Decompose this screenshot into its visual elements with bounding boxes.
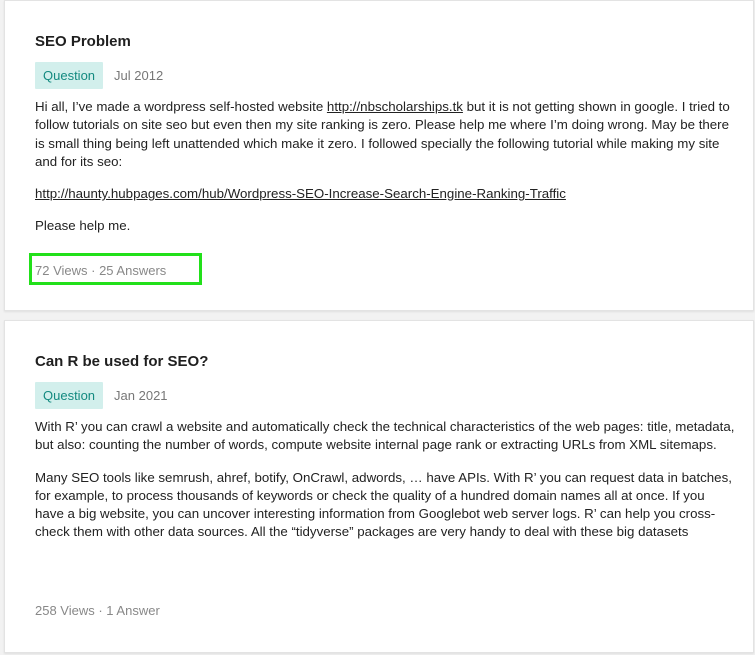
question-stats[interactable]: 72 Views · 25 Answers [35,263,166,278]
body-text: Hi all, I’ve made a wordpress self-hoste… [35,99,327,114]
question-body: Hi all, I’ve made a wordpress self-hoste… [35,98,735,250]
question-meta: Question Jul 2012 [35,62,163,89]
tutorial-link[interactable]: http://haunty.hubpages.com/hub/Wordpress… [35,186,566,201]
question-title[interactable]: Can R be used for SEO? [35,353,208,370]
question-card[interactable]: SEO Problem Question Jul 2012 Hi all, I’… [4,0,754,311]
body-paragraph: Many SEO tools like semrush, ahref, boti… [35,469,732,540]
question-feed: SEO Problem Question Jul 2012 Hi all, I’… [0,0,755,655]
question-badge: Question [35,382,104,409]
body-paragraph: http://haunty.hubpages.com/hub/Wordpress… [35,185,735,203]
question-body: With R’ you can crawl a website and auto… [35,418,735,556]
question-badge: Question [35,62,104,89]
body-paragraph: With R’ you can crawl a website and auto… [35,419,735,453]
question-card[interactable]: Can R be used for SEO? Question Jan 2021… [4,320,754,653]
question-title[interactable]: SEO Problem [35,33,131,50]
question-date: Jan 2021 [114,388,168,403]
question-meta: Question Jan 2021 [35,382,168,409]
question-date: Jul 2012 [114,68,164,83]
website-link[interactable]: http://nbscholarships.tk [327,99,463,114]
question-stats[interactable]: 258 Views · 1 Answer [35,603,160,618]
body-paragraph: Hi all, I’ve made a wordpress self-hoste… [35,98,735,171]
body-paragraph: Please help me. [35,218,131,234]
